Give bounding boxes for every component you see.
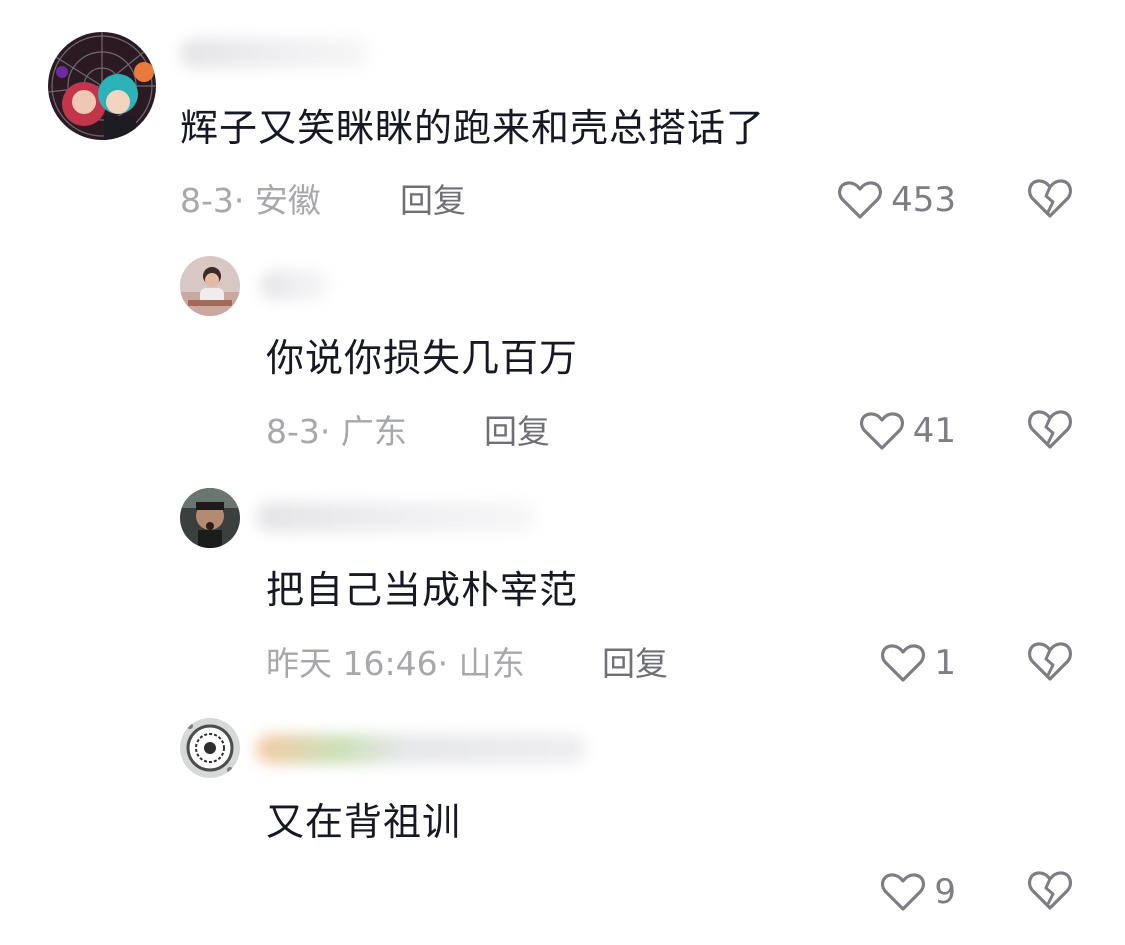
- avatar[interactable]: [180, 488, 240, 548]
- username-blurred[interactable]: [180, 38, 370, 68]
- like-button[interactable]: 453: [780, 176, 956, 224]
- comment-text: 你说你损失几百万: [266, 336, 579, 380]
- comment-meta: 昨天 16:46· 山东: [266, 644, 525, 683]
- like-button[interactable]: 9: [860, 868, 956, 916]
- broken-heart-icon: [1027, 179, 1073, 218]
- like-count: 453: [891, 180, 956, 220]
- avatar[interactable]: [180, 718, 240, 778]
- like-count: 41: [912, 411, 956, 451]
- avatar[interactable]: [180, 256, 240, 316]
- comment-text: 又在背祖训: [266, 800, 462, 844]
- dislike-button[interactable]: [1026, 868, 1074, 916]
- username-blurred[interactable]: [260, 270, 330, 300]
- dislike-button[interactable]: [1026, 639, 1074, 687]
- like-count: 9: [934, 872, 956, 912]
- like-button[interactable]: 1: [860, 639, 956, 687]
- reply-button[interactable]: 回复: [484, 412, 550, 452]
- broken-heart-icon: [1027, 871, 1073, 910]
- like-button[interactable]: 41: [820, 407, 956, 455]
- comment-text: 辉子又笑眯眯的跑来和壳总搭话了: [180, 106, 766, 150]
- heart-outline-icon: [881, 873, 926, 911]
- heart-outline-icon: [838, 181, 883, 219]
- username-blurred[interactable]: [256, 734, 586, 764]
- dislike-button[interactable]: [1026, 407, 1074, 455]
- reply-button[interactable]: 回复: [400, 181, 466, 221]
- comment-meta: 8-3· 广东: [266, 412, 407, 451]
- broken-heart-icon: [1027, 642, 1073, 681]
- heart-outline-icon: [859, 412, 904, 450]
- dislike-button[interactable]: [1026, 176, 1074, 224]
- like-count: 1: [934, 643, 956, 683]
- username-blurred[interactable]: [256, 502, 536, 532]
- avatar[interactable]: [48, 32, 156, 140]
- comment-meta: 8-3· 安徽: [180, 181, 321, 220]
- heart-outline-icon: [881, 644, 926, 682]
- broken-heart-icon: [1027, 410, 1073, 449]
- reply-button[interactable]: 回复: [602, 644, 668, 684]
- comment-text: 把自己当成朴宰范: [266, 568, 579, 612]
